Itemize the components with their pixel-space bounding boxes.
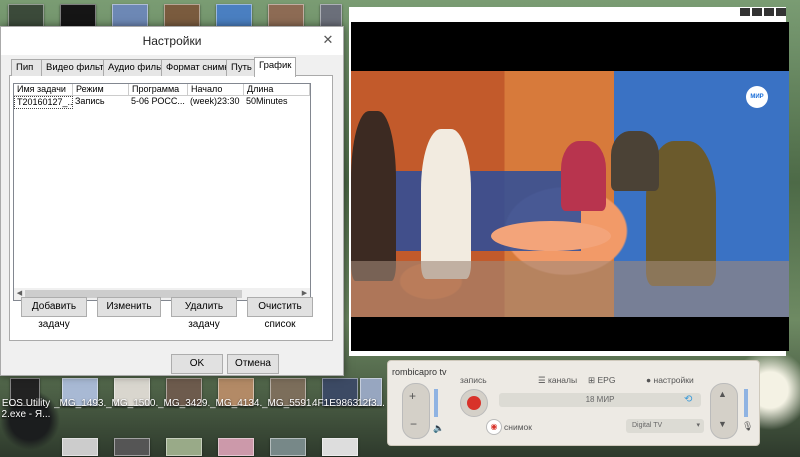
tab-audio-filter[interactable]: Аудио фильтр: [103, 59, 170, 76]
desktop-icon[interactable]: [166, 438, 202, 456]
channel-logo: МИР: [746, 86, 768, 108]
tab-pip[interactable]: Пип: [11, 59, 43, 76]
column-header[interactable]: Длина: [244, 84, 310, 96]
desktop-icon-label: _MG_1500...: [106, 398, 158, 409]
tv-control-panel: rombica pro tv + − 🔈 запись ☰ каналы ⊞ E…: [387, 360, 760, 446]
desktop-icon-label: _MG_1493...: [54, 398, 106, 409]
tab-epg[interactable]: ⊞ EPG: [588, 375, 615, 386]
maximize-icon[interactable]: [764, 8, 774, 16]
close-icon[interactable]: [776, 8, 786, 16]
volume-level-bar[interactable]: [434, 389, 438, 417]
column-header[interactable]: Имя задачи: [14, 84, 73, 96]
desktop-icon-label: _MG_5591...: [262, 398, 314, 409]
delete-task-button[interactable]: Удалить задачу: [171, 297, 237, 330]
volume-up-icon[interactable]: +: [409, 389, 416, 403]
dialog-title: Настройки: [1, 27, 343, 55]
table-surface: [491, 221, 611, 251]
tab-path[interactable]: Путь: [226, 59, 256, 76]
tab-channels[interactable]: ☰ каналы: [538, 375, 577, 386]
channel-name: 18 МИР: [585, 395, 615, 404]
table-cell: (week)23:30: [188, 96, 242, 107]
column-header[interactable]: Начало: [188, 84, 244, 96]
desktop-icon-label: _MG_3429...: [158, 398, 210, 409]
clear-list-button[interactable]: Очистить список: [247, 297, 313, 330]
desktop-icon[interactable]: [62, 438, 98, 456]
table-cell: Запись: [73, 96, 127, 107]
close-icon[interactable]: ✕: [321, 33, 335, 47]
refresh-icon[interactable]: ⟲: [684, 394, 692, 405]
tab-video-filter[interactable]: Видео фильтр: [41, 59, 109, 76]
cancel-button[interactable]: Отмена: [227, 354, 279, 374]
chevron-down-icon: ▾: [696, 422, 700, 429]
desktop-icon-label: EOS Utility 2.exe - Я...: [1, 398, 51, 420]
desktop-icon-label: _MG_4134...: [210, 398, 262, 409]
table-cell: 5-06 РОСС...: [129, 96, 186, 107]
add-task-button[interactable]: Добавить задачу: [21, 297, 87, 330]
volume-down-icon[interactable]: −: [410, 417, 417, 431]
input-source-select[interactable]: Digital TV ▾: [626, 419, 704, 433]
channel-display[interactable]: 18 МИР: [499, 393, 701, 407]
table-cell: 50Minutes: [244, 96, 308, 107]
column-header[interactable]: Программа: [129, 84, 188, 96]
tab-settings-label: настройки: [653, 375, 694, 385]
brand-suffix: pro tv: [424, 367, 447, 377]
desktop-icon-label: 12f3...: [357, 398, 385, 409]
desktop-icon[interactable]: [270, 438, 306, 456]
record-label: запись: [460, 375, 487, 385]
person-figure: [561, 141, 606, 211]
video-frame[interactable]: МИР: [351, 22, 789, 351]
edit-button[interactable]: Изменить: [97, 297, 161, 317]
brand-logo: rombica: [392, 367, 425, 377]
column-header[interactable]: Режим: [73, 84, 129, 96]
tab-settings[interactable]: ● настройки: [646, 375, 694, 385]
record-dot-icon: [467, 396, 481, 410]
channel-down-icon[interactable]: ▼: [718, 419, 727, 429]
snapshot-button[interactable]: ◉: [486, 419, 502, 435]
mic-level-bar[interactable]: [744, 389, 748, 417]
tab-snapshot-format[interactable]: Формат снимка: [161, 59, 234, 76]
schedule-table: Имя задачи Режим Программа Начало Длина …: [13, 83, 311, 301]
desktop-icon[interactable]: [322, 438, 358, 456]
minimize-icon[interactable]: [740, 8, 750, 16]
desktop-icon[interactable]: [218, 438, 254, 456]
snapshot-label: снимок: [504, 422, 532, 432]
tab-epg-label: EPG: [597, 375, 616, 385]
settings-dialog: Настройки ✕ Пип Видео фильтр Аудио фильт…: [0, 26, 344, 376]
restore-icon[interactable]: [752, 8, 762, 16]
tab-channels-label: каналы: [547, 375, 578, 385]
speaker-icon[interactable]: 🔈: [433, 423, 444, 434]
ok-button[interactable]: OK: [171, 354, 223, 374]
tab-schedule[interactable]: График: [254, 57, 296, 77]
person-figure: [611, 131, 659, 191]
input-source-value: Digital TV: [632, 422, 663, 429]
table-cell: T20160127_...: [14, 96, 73, 109]
tv-scene-image: [351, 71, 789, 317]
channel-up-icon[interactable]: ▲: [718, 389, 727, 399]
desktop-icon[interactable]: [114, 438, 150, 456]
person-figure: [421, 129, 471, 279]
person-figure: [351, 111, 396, 281]
microphone-icon[interactable]: 🎙: [742, 421, 753, 432]
